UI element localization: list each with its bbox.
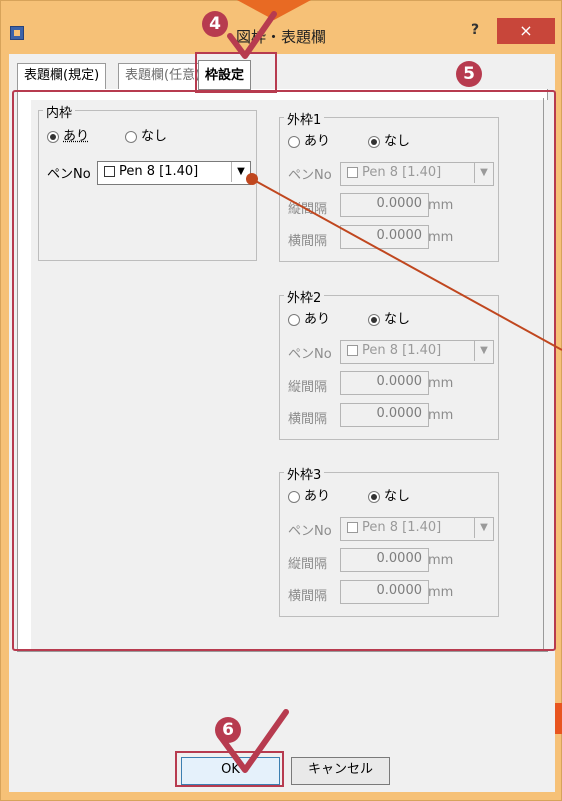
step-6-badge: 6 [215, 717, 241, 743]
tab-title-block-standard[interactable]: 表題欄(規定) [17, 63, 107, 89]
tab-title-block-custom[interactable]: 表題欄(任意) [118, 63, 208, 89]
help-button[interactable]: ? [456, 22, 494, 44]
step-5-badge: 5 [456, 61, 482, 87]
tab-frame-settings[interactable]: 枠設定 [198, 60, 252, 90]
close-button[interactable]: × [497, 18, 555, 44]
cancel-button[interactable]: キャンセル [291, 757, 390, 785]
pointer-arrow-icon [237, 0, 311, 20]
step-4-badge: 4 [202, 11, 228, 37]
scroll-marker [555, 703, 562, 734]
ok-highlight [175, 751, 284, 787]
frame-settings-highlight [12, 90, 556, 651]
